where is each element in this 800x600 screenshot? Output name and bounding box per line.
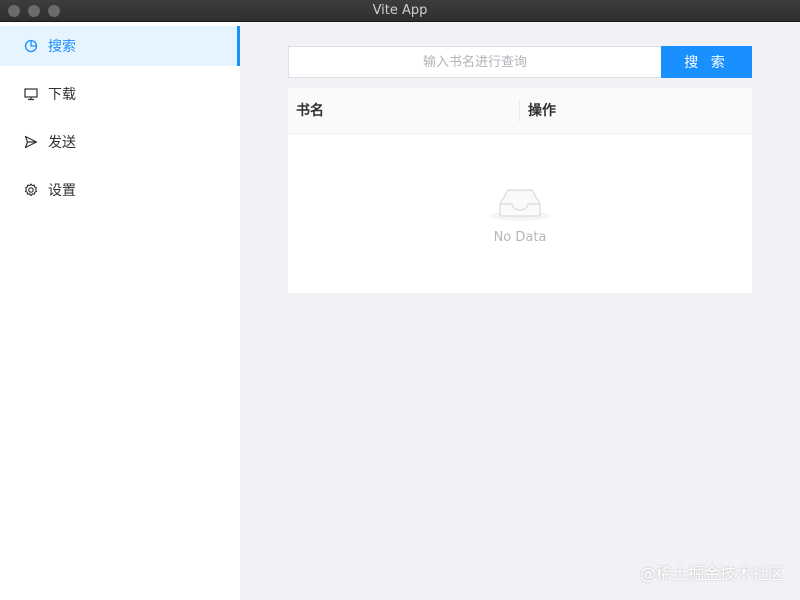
sidebar-item-label: 设置 <box>48 183 76 199</box>
monitor-icon <box>24 87 38 101</box>
empty-state-text: No Data <box>493 230 547 245</box>
sidebar-item-label: 搜索 <box>48 39 76 55</box>
window-titlebar: Vite App <box>0 0 800 22</box>
empty-inbox-icon <box>488 178 552 222</box>
sidebar-item-download[interactable]: 下载 <box>0 74 240 114</box>
column-header-actions: 操作 <box>528 103 556 119</box>
column-divider <box>519 100 520 122</box>
sidebar-item-search[interactable]: 搜索 <box>0 26 240 66</box>
search-input[interactable] <box>288 46 661 78</box>
send-icon <box>24 135 38 149</box>
column-header-book-name: 书名 <box>296 103 324 119</box>
books-table: 书名 操作 No Data <box>288 88 752 293</box>
sidebar-item-label: 下载 <box>48 87 76 103</box>
table-header: 书名 操作 <box>288 88 752 134</box>
window-title: Vite App <box>372 3 428 18</box>
sidebar-item-settings[interactable]: 设置 <box>0 170 240 210</box>
search-button[interactable]: 搜 索 <box>661 46 752 78</box>
sidebar-item-label: 发送 <box>48 135 76 151</box>
pie-chart-icon <box>24 39 38 53</box>
sidebar-item-send[interactable]: 发送 <box>0 122 240 162</box>
gear-icon <box>24 183 38 197</box>
watermark: @稀土掘金技术社区 <box>639 564 784 583</box>
search-bar: 搜 索 <box>288 46 752 78</box>
sidebar: 搜索 下载 发送 设置 <box>0 22 240 600</box>
